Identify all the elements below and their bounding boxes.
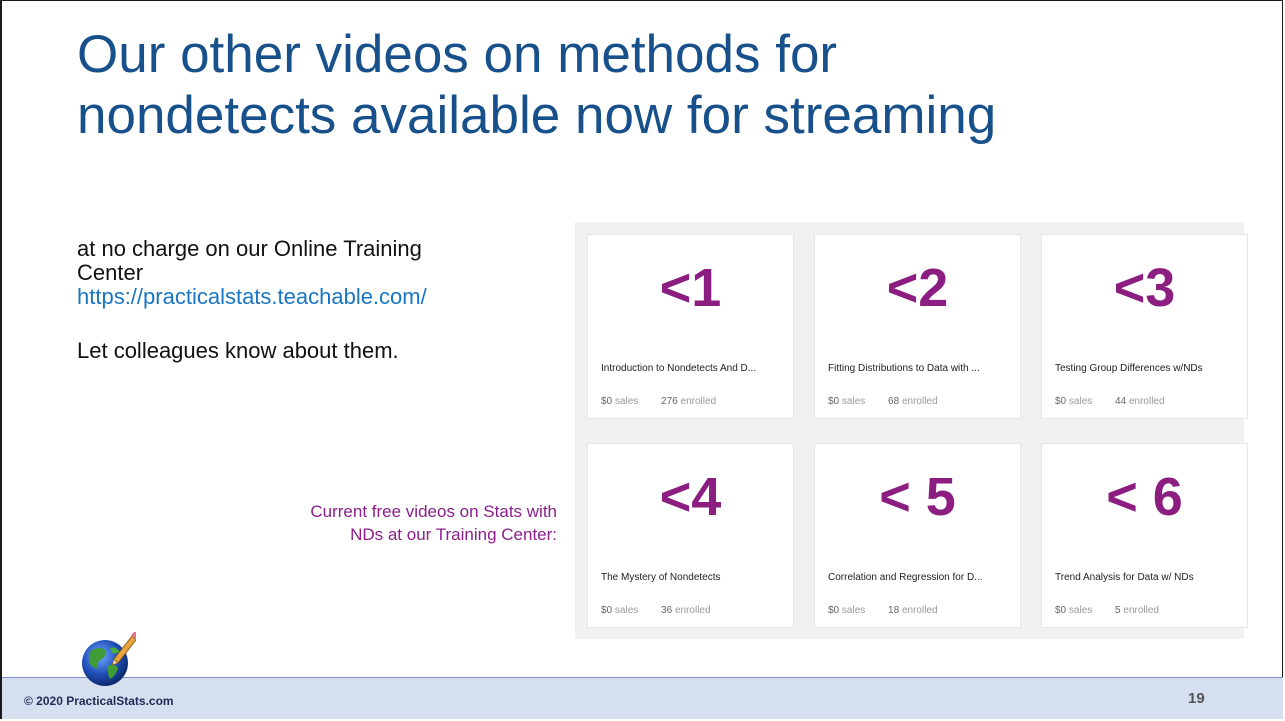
course-enrolled-label: enrolled	[901, 396, 938, 407]
globe-pencil-icon	[82, 632, 136, 686]
course-enrolled: 36	[661, 605, 673, 616]
course-price-label: sales	[614, 605, 639, 616]
course-stats: $0 sales 36 enrolled	[601, 605, 711, 616]
course-card-1[interactable]: <1 Introduction to Nondetects And D... $…	[587, 234, 794, 419]
course-price: $0	[601, 396, 613, 407]
course-card-2[interactable]: <2 Fitting Distributions to Data with ..…	[814, 234, 1021, 419]
course-card-4[interactable]: <4 The Mystery of Nondetects $0 sales 36…	[587, 443, 794, 628]
course-price: $0	[828, 396, 840, 407]
course-enrolled-label: enrolled	[1123, 605, 1159, 616]
course-thumbnail: < 5	[879, 467, 956, 527]
course-title: Correlation and Regression for D...	[828, 572, 983, 583]
course-price: $0	[1055, 396, 1067, 407]
course-title: The Mystery of Nondetects	[601, 572, 721, 583]
course-enrolled: 44	[1115, 396, 1127, 407]
course-price-label: sales	[1068, 605, 1093, 616]
course-price: $0	[601, 605, 613, 616]
course-enrolled: 18	[888, 605, 900, 616]
title-line-2: nondetects available now for streaming	[77, 86, 997, 145]
course-thumbnail: <4	[659, 467, 722, 527]
course-thumbnail: <1	[659, 258, 722, 318]
course-card-6[interactable]: < 6 Trend Analysis for Data w/ NDs $0 sa…	[1041, 443, 1248, 628]
intro-line-1: at no charge on our Online Training	[77, 236, 422, 261]
course-card-3[interactable]: <3 Testing Group Differences w/NDs $0 sa…	[1041, 234, 1248, 419]
course-price: $0	[828, 605, 840, 616]
course-price-label: sales	[614, 396, 639, 407]
course-card-5[interactable]: < 5 Correlation and Regression for D... …	[814, 443, 1021, 628]
course-stats: $0 sales 44 enrolled	[1055, 396, 1165, 407]
course-enrolled: 276	[661, 396, 678, 407]
course-stats: $0 sales 5 enrolled	[1055, 605, 1159, 616]
caption-line-1: Current free videos on Stats with	[310, 502, 557, 521]
slide-title: Our other videos on methods for nondetec…	[77, 24, 1197, 146]
course-stats: $0 sales 68 enrolled	[828, 396, 938, 407]
course-enrolled-label: enrolled	[680, 396, 717, 407]
course-price: $0	[1055, 605, 1067, 616]
intro-text: at no charge on our Online Training Cent…	[77, 237, 547, 363]
course-price-label: sales	[1068, 396, 1093, 407]
course-enrolled-label: enrolled	[901, 605, 938, 616]
course-price-label: sales	[841, 396, 866, 407]
videos-caption: Current free videos on Stats with NDs at…	[200, 500, 557, 546]
page-number: 19	[1188, 690, 1205, 707]
title-line-1: Our other videos on methods for	[77, 25, 838, 84]
course-enrolled: 5	[1115, 605, 1121, 616]
course-stats: $0 sales 18 enrolled	[828, 605, 938, 616]
footer-copyright: © 2020 PracticalStats.com	[24, 694, 174, 708]
course-title: Fitting Distributions to Data with ...	[828, 363, 980, 374]
training-center-link[interactable]: https://practicalstats.teachable.com/	[77, 285, 547, 309]
course-thumbnail: < 6	[1106, 467, 1183, 527]
course-stats: $0 sales 276 enrolled	[601, 396, 716, 407]
course-title: Testing Group Differences w/NDs	[1055, 363, 1203, 374]
colleagues-note: Let colleagues know about them.	[77, 338, 399, 363]
course-title: Trend Analysis for Data w/ NDs	[1055, 572, 1194, 583]
slide-footer: © 2020 PracticalStats.com 19	[2, 677, 1283, 719]
course-enrolled-label: enrolled	[674, 605, 711, 616]
course-grid: <1 Introduction to Nondetects And D... $…	[575, 222, 1248, 639]
course-title: Introduction to Nondetects And D...	[601, 363, 757, 374]
course-thumbnail: <3	[1113, 258, 1176, 318]
course-enrolled-label: enrolled	[1128, 396, 1165, 407]
course-thumbnail: <2	[886, 258, 949, 318]
course-enrolled: 68	[888, 396, 900, 407]
course-price-label: sales	[841, 605, 866, 616]
caption-line-2: NDs at our Training Center:	[350, 525, 557, 544]
intro-line-2: Center	[77, 260, 144, 285]
